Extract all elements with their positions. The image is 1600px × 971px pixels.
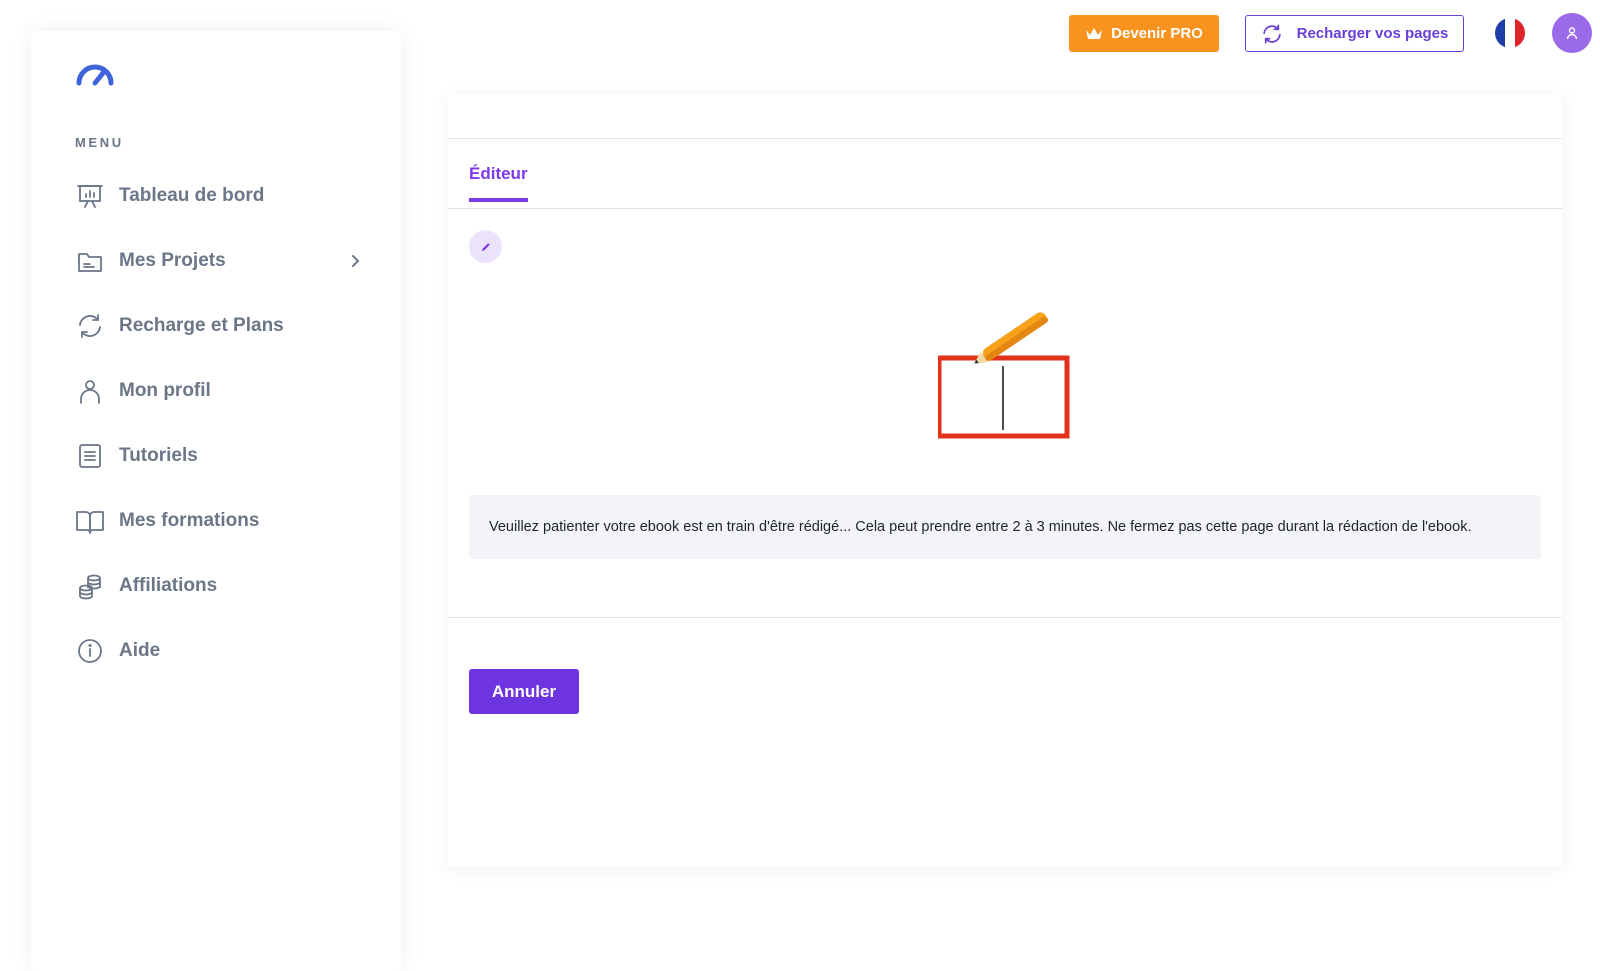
- chevron-right-icon[interactable]: [345, 251, 365, 271]
- refresh-icon: [75, 311, 105, 341]
- divider: [448, 138, 1562, 139]
- tab-editeur[interactable]: Éditeur: [469, 164, 528, 202]
- sidebar-item-mon-profil[interactable]: Mon profil: [75, 371, 365, 411]
- refresh-icon: [1262, 23, 1281, 44]
- become-pro-label: Devenir PRO: [1111, 25, 1203, 42]
- tabs-divider: [448, 208, 1562, 209]
- document-list-icon: [75, 441, 105, 471]
- coins-icon: [75, 571, 105, 601]
- sidebar-item-label: Mes formations: [119, 510, 260, 531]
- generation-notice: Veuillez patienter votre ebook est en tr…: [469, 495, 1541, 559]
- sidebar-item-tutoriels[interactable]: Tutoriels: [75, 436, 365, 476]
- reload-pages-label: Recharger vos pages: [1296, 25, 1449, 42]
- info-icon: [75, 636, 105, 666]
- sidebar-item-mes-formations[interactable]: Mes formations: [75, 501, 365, 541]
- editor-card: Éditeur Veuillez patienter votre ebook e…: [448, 94, 1562, 867]
- sidebar-item-mes-projets[interactable]: Mes Projets: [75, 241, 365, 281]
- sidebar-item-recharge-et-plans[interactable]: Recharge et Plans: [75, 306, 365, 346]
- writing-book-illustration: [938, 312, 1070, 439]
- user-icon: [75, 376, 105, 406]
- folder-icon: [75, 246, 105, 276]
- sidebar-item-label: Mon profil: [119, 380, 211, 401]
- sidebar-item-label: Mes Projets: [119, 250, 226, 271]
- speedometer-logo-icon[interactable]: [75, 57, 115, 87]
- sidebar-item-affiliations[interactable]: Affiliations: [75, 566, 365, 606]
- divider: [448, 617, 1562, 618]
- sidebar-item-label: Aide: [119, 640, 161, 661]
- sidebar-item-label: Tableau de bord: [119, 185, 265, 206]
- sidebar-item-label: Affiliations: [119, 575, 218, 596]
- sidebar-item-tableau-de-bord[interactable]: Tableau de bord: [75, 176, 365, 216]
- presentation-chart-icon: [75, 181, 105, 211]
- sidebar-item-label: Recharge et Plans: [119, 315, 284, 336]
- edit-button[interactable]: [469, 230, 502, 263]
- crown-icon: [1086, 27, 1103, 39]
- open-book-icon: [75, 506, 105, 536]
- sidebar: MENU Tableau de bord Mes Projets Recharg…: [31, 31, 401, 971]
- user-avatar[interactable]: [1552, 13, 1592, 53]
- reload-pages-button[interactable]: Recharger vos pages: [1245, 15, 1464, 52]
- sidebar-item-aide[interactable]: Aide: [75, 631, 365, 671]
- cancel-button[interactable]: Annuler: [469, 669, 579, 714]
- pencil-icon: [481, 242, 490, 251]
- sidebar-item-label: Tutoriels: [119, 445, 198, 466]
- flag-france-icon[interactable]: [1495, 18, 1525, 48]
- become-pro-button[interactable]: Devenir PRO: [1069, 15, 1219, 52]
- menu-heading: MENU: [75, 135, 124, 150]
- user-icon: [1566, 27, 1578, 40]
